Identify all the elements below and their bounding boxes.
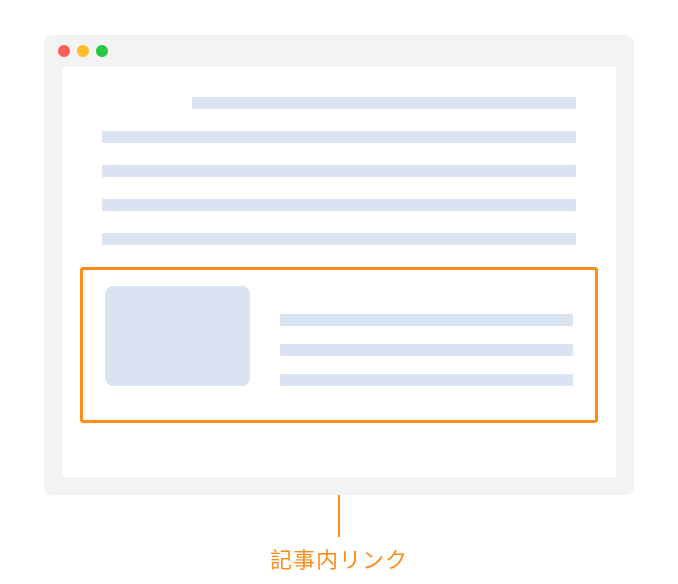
window-titlebar [44, 35, 634, 67]
annotation-label: 記事内リンク [270, 543, 408, 575]
article-text-placeholder [62, 97, 616, 245]
text-line [102, 165, 576, 177]
annotation-connector-line [338, 495, 340, 537]
close-icon [58, 45, 70, 57]
text-line [280, 314, 573, 326]
text-line [102, 233, 576, 245]
page-content-area [62, 67, 616, 477]
minimize-icon [77, 45, 89, 57]
text-line [192, 97, 576, 109]
text-line [280, 344, 573, 356]
link-text-placeholder [280, 286, 573, 404]
link-thumbnail-placeholder [105, 286, 250, 386]
text-line [280, 374, 573, 386]
inline-link-highlight [80, 267, 598, 423]
text-line [102, 199, 576, 211]
text-line [102, 131, 576, 143]
maximize-icon [96, 45, 108, 57]
browser-window-mockup [44, 35, 634, 495]
